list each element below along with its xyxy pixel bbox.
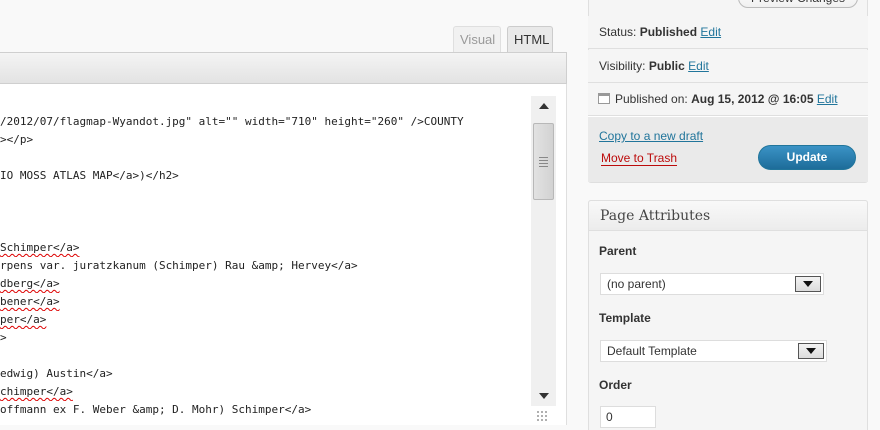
code-line: chimper</a> xyxy=(0,385,73,398)
code-line: edwig) Austin</a> xyxy=(0,367,113,380)
code-line: offmann ex F. Weber &amp; D. Mohr) Schim… xyxy=(0,403,312,416)
parent-select-value: (no parent) xyxy=(607,277,666,291)
code-line: > xyxy=(0,331,7,344)
editor-scrollbar[interactable] xyxy=(531,96,556,406)
code-line: per</a> xyxy=(0,313,47,326)
update-button[interactable]: Update xyxy=(758,145,856,170)
visibility-row: Visibility: Public Edit xyxy=(588,50,868,83)
published-row: Published on: Aug 15, 2012 @ 16:05 Edit xyxy=(588,83,868,116)
page-attributes-title: Page Attributes xyxy=(588,200,868,231)
published-value: Aug 15, 2012 @ 16:05 xyxy=(691,92,814,106)
order-label: Order xyxy=(599,378,632,392)
chevron-down-icon[interactable] xyxy=(798,343,824,359)
parent-label: Parent xyxy=(599,244,637,258)
grip-line xyxy=(539,157,548,158)
calendar-icon xyxy=(598,93,610,104)
template-select[interactable]: Default Template xyxy=(600,340,827,362)
code-line: bener</a> xyxy=(0,295,60,308)
chevron-down-icon[interactable] xyxy=(795,276,821,292)
grip-line xyxy=(539,166,548,167)
status-value: Published xyxy=(639,25,698,39)
triangle-up-icon xyxy=(538,103,549,109)
triangle-down-icon xyxy=(806,348,816,354)
triangle-down-icon xyxy=(538,393,549,399)
code-line: dberg</a> xyxy=(0,277,60,290)
scroll-down-arrow[interactable] xyxy=(531,386,556,406)
code-line: Schimper</a> xyxy=(0,241,80,254)
published-label: Published on: xyxy=(615,92,688,106)
editor-tabs: Visual HTML xyxy=(0,0,567,53)
status-label: Status: xyxy=(599,25,637,39)
template-select-value: Default Template xyxy=(607,344,697,358)
code-line: ></p> xyxy=(0,133,34,146)
tab-html[interactable]: HTML xyxy=(507,26,553,53)
visibility-value: Public xyxy=(648,59,685,73)
preview-changes-button[interactable]: Preview Changes xyxy=(738,0,858,8)
editor-toolbar xyxy=(0,52,567,84)
code-lines: /2012/07/flagmap-Wyandot.jpg" alt="" wid… xyxy=(0,113,530,419)
code-line: IO MOSS ATLAS MAP</a>)</h2> xyxy=(0,169,179,182)
scroll-up-arrow[interactable] xyxy=(531,96,556,116)
resize-handle-icon[interactable] xyxy=(536,410,548,422)
triangle-down-icon xyxy=(803,281,813,287)
grip-line xyxy=(539,163,548,164)
visibility-label: Visibility: xyxy=(599,59,646,73)
edit-date-link[interactable]: Edit xyxy=(817,92,838,106)
copy-to-draft-link[interactable]: Copy to a new draft xyxy=(599,129,703,143)
tab-visual[interactable]: Visual xyxy=(453,26,501,53)
parent-select[interactable]: (no parent) xyxy=(600,273,824,295)
code-line: /2012/07/flagmap-Wyandot.jpg" alt="" wid… xyxy=(0,115,464,128)
edit-status-link[interactable]: Edit xyxy=(700,25,721,39)
html-code-editor[interactable]: /2012/07/flagmap-Wyandot.jpg" alt="" wid… xyxy=(0,84,567,425)
grip-line xyxy=(539,160,548,161)
scroll-thumb[interactable] xyxy=(533,123,554,200)
code-line: rpens var. juratzkanum (Schimper) Rau &a… xyxy=(0,259,358,272)
move-to-trash-link[interactable]: Move to Trash xyxy=(601,151,678,166)
status-row: Status: Published Edit xyxy=(588,16,868,49)
template-label: Template xyxy=(599,311,651,325)
edit-visibility-link[interactable]: Edit xyxy=(688,59,709,73)
